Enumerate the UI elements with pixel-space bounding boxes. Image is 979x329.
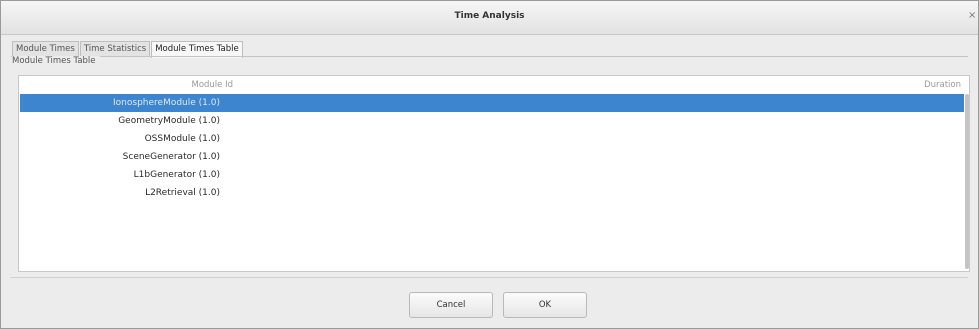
divider — [10, 277, 968, 278]
table-row[interactable]: GeometryModule (1.0) — [20, 112, 964, 130]
table-row[interactable]: L2Retrieval (1.0) — [20, 184, 964, 202]
tab-module-times[interactable]: Module Times — [12, 41, 79, 57]
table-row[interactable]: OSSModule (1.0) — [20, 130, 964, 148]
module-id-cell: IonosphereModule (1.0) — [113, 98, 220, 108]
group-label: Module Times Table — [12, 56, 100, 66]
window-title: Time Analysis — [454, 11, 525, 21]
column-header-module-id[interactable]: Module Id — [191, 80, 233, 90]
column-header-duration[interactable]: Duration — [924, 80, 961, 90]
table-row[interactable]: L1bGenerator (1.0) — [20, 166, 964, 184]
table-row[interactable]: SceneGenerator (1.0) — [20, 148, 964, 166]
title-bar[interactable]: Time Analysis × — [1, 1, 978, 35]
module-id-cell: L1bGenerator (1.0) — [133, 170, 220, 180]
module-id-cell: SceneGenerator (1.0) — [122, 152, 220, 162]
tab-bar: Module Times Time Statistics Module Time… — [12, 41, 244, 58]
ok-button[interactable]: OK — [503, 292, 587, 318]
module-id-cell: L2Retrieval (1.0) — [145, 188, 220, 198]
module-id-cell: OSSModule (1.0) — [144, 134, 220, 144]
module-times-table: Module Id Duration IonosphereModule (1.0… — [18, 75, 970, 272]
table-header: Module Id Duration — [19, 76, 969, 94]
close-icon[interactable]: × — [968, 10, 978, 22]
module-id-cell: GeometryModule (1.0) — [118, 116, 220, 126]
vertical-scrollbar[interactable] — [965, 94, 969, 269]
cancel-button[interactable]: Cancel — [409, 292, 493, 318]
tab-time-statistics[interactable]: Time Statistics — [79, 41, 151, 57]
table-row[interactable]: IonosphereModule (1.0) — [20, 94, 964, 112]
